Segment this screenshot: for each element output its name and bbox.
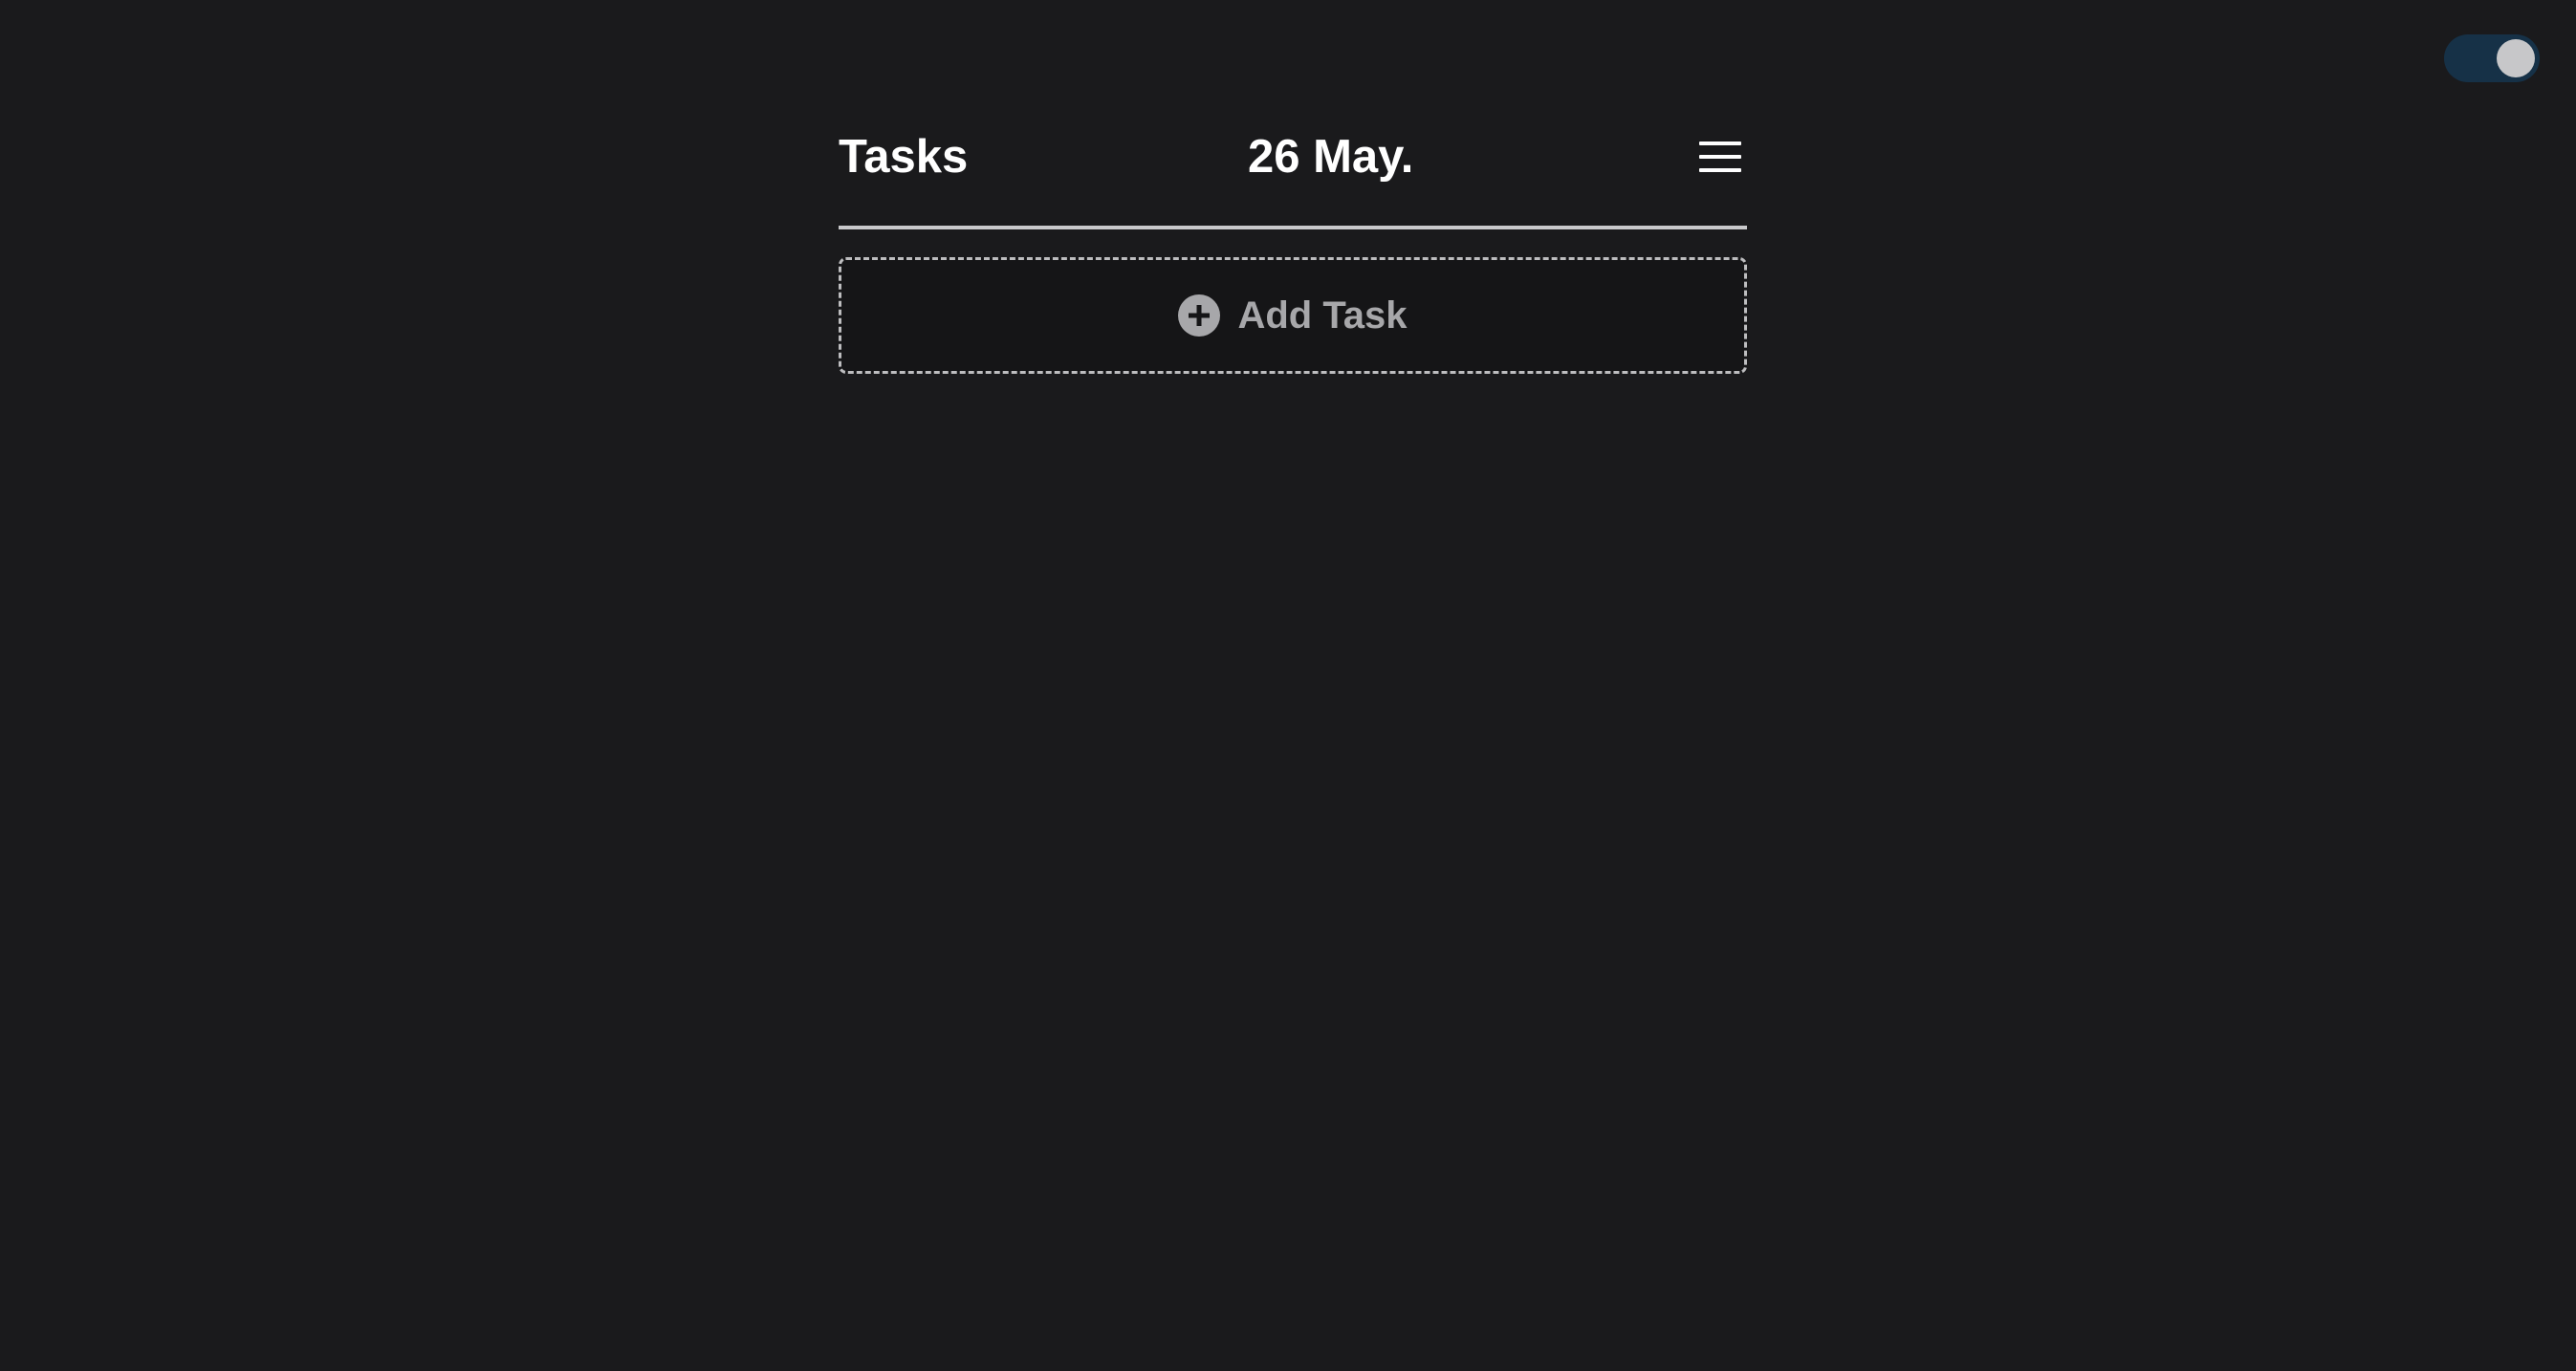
hamburger-menu-icon[interactable] — [1699, 138, 1743, 176]
add-task-label: Add Task — [1237, 294, 1408, 337]
current-date: 26 May. — [1248, 131, 1414, 183]
tasks-header: Tasks 26 May. — [839, 115, 1747, 229]
toggle-knob — [2497, 39, 2535, 77]
add-task-button[interactable]: Add Task — [839, 257, 1747, 374]
plus-circle-icon — [1178, 294, 1221, 337]
page-title: Tasks — [839, 131, 969, 183]
tasks-panel: Tasks 26 May. Add Task — [839, 115, 1747, 374]
theme-toggle[interactable] — [2444, 34, 2540, 82]
